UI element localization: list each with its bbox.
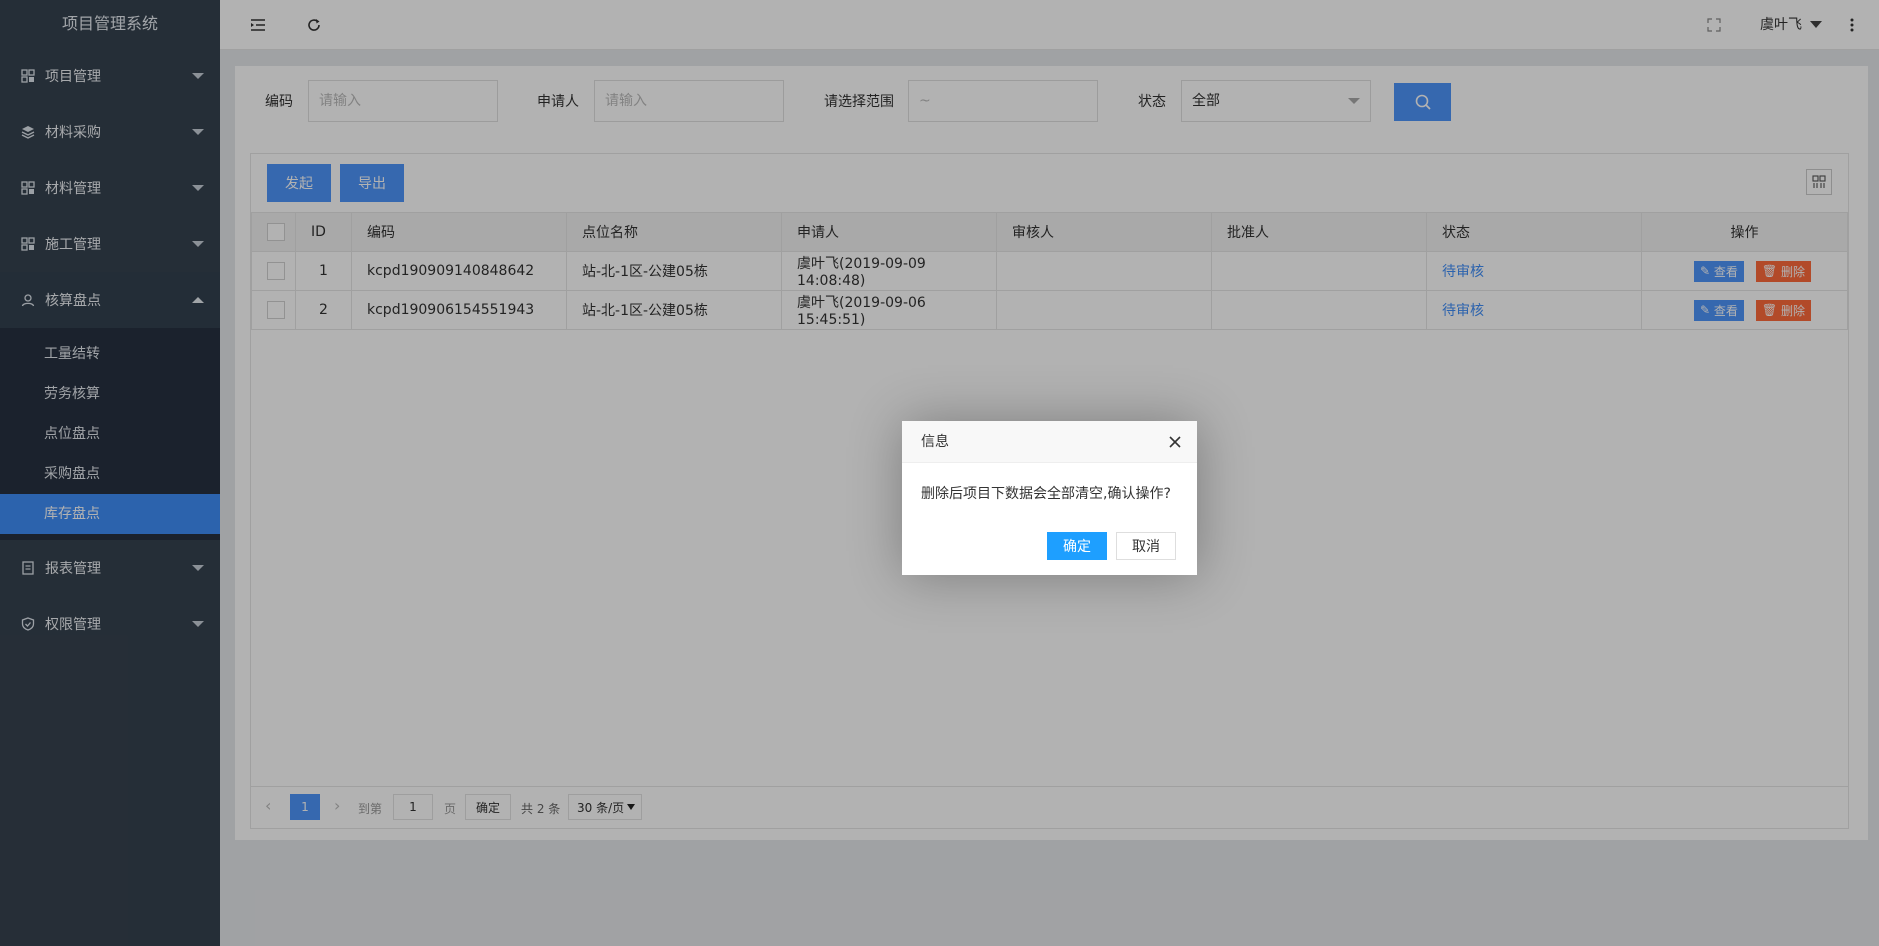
confirm-dialog: 信息 删除后项目下数据会全部清空,确认操作? 确定 取消 <box>902 421 1197 575</box>
close-icon[interactable] <box>1167 434 1183 450</box>
dialog-cancel-button[interactable]: 取消 <box>1116 532 1176 560</box>
dialog-ok-button[interactable]: 确定 <box>1047 532 1107 560</box>
dialog-title: 信息 <box>902 421 1197 463</box>
dialog-message: 删除后项目下数据会全部清空,确认操作? <box>921 486 1171 502</box>
